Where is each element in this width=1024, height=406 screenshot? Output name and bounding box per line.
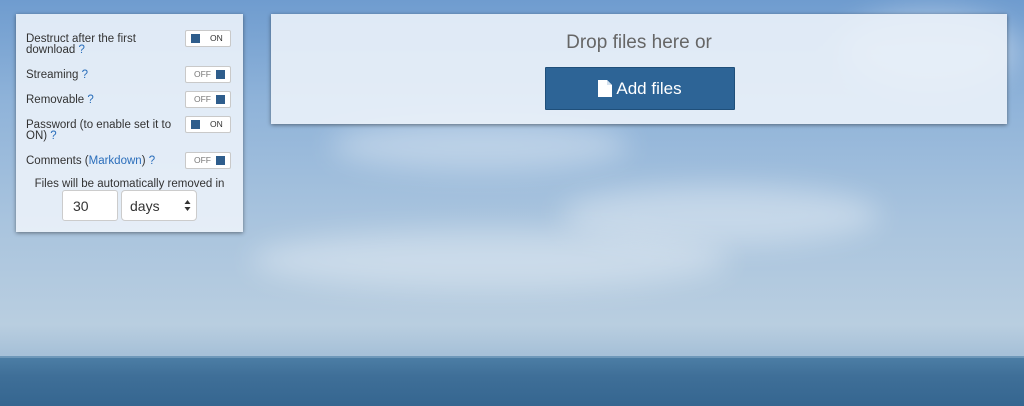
option-streaming: Streaming ? [26, 69, 88, 81]
toggle-state: OFF [194, 94, 211, 104]
option-destruct: Destruct after the first download ? [26, 33, 176, 56]
option-comments-label-end: ) [141, 155, 146, 167]
dropzone-text: Drop files here or [566, 32, 712, 53]
toggle-state: OFF [194, 155, 211, 165]
toggle-knob [216, 70, 225, 79]
file-icon [598, 80, 613, 97]
options-panel: Destruct after the first download ? ON S… [16, 14, 243, 232]
option-comments: Comments (Markdown) ? [26, 155, 155, 167]
expiration-text: Files will be automatically removed in [34, 178, 225, 190]
cloud-decoration [330, 120, 630, 170]
option-streaming-label: Streaming [26, 69, 79, 81]
toggle-knob [216, 95, 225, 104]
destruct-help-link[interactable]: ? [78, 44, 84, 56]
chevron-up-down-icon [184, 200, 191, 211]
removable-help-link[interactable]: ? [87, 94, 93, 106]
comments-help-link[interactable]: ? [149, 155, 155, 167]
toggle-state: ON [210, 119, 223, 129]
expiration-value-input[interactable] [62, 190, 118, 221]
markdown-link[interactable]: Markdown [89, 155, 142, 167]
add-files-button[interactable]: Add files [545, 67, 735, 110]
option-comments-label-start: Comments ( [26, 155, 89, 167]
toggle-state: OFF [194, 69, 211, 79]
toggle-state: ON [210, 33, 223, 43]
toggle-knob [191, 34, 200, 43]
comments-toggle[interactable]: OFF [185, 152, 231, 169]
cloud-decoration [250, 230, 730, 290]
expiration-unit-select[interactable]: days [121, 190, 197, 221]
streaming-help-link[interactable]: ? [82, 69, 88, 81]
removable-toggle[interactable]: OFF [185, 91, 231, 108]
option-removable-label: Removable [26, 94, 85, 106]
toggle-knob [191, 120, 200, 129]
add-files-label: Add files [616, 78, 682, 98]
destruct-toggle[interactable]: ON [185, 30, 231, 47]
dropzone-panel[interactable]: Drop files here or Add files [271, 14, 1007, 124]
sea-background [0, 356, 1024, 406]
password-help-link[interactable]: ? [50, 130, 56, 142]
streaming-toggle[interactable]: OFF [185, 66, 231, 83]
toggle-knob [216, 156, 225, 165]
password-toggle[interactable]: ON [185, 116, 231, 133]
expiration-unit-value: days [130, 198, 160, 214]
option-password-label: Password (to enable set it to ON) [26, 119, 172, 142]
option-removable: Removable ? [26, 94, 94, 106]
option-password: Password (to enable set it to ON) ? [26, 119, 181, 142]
